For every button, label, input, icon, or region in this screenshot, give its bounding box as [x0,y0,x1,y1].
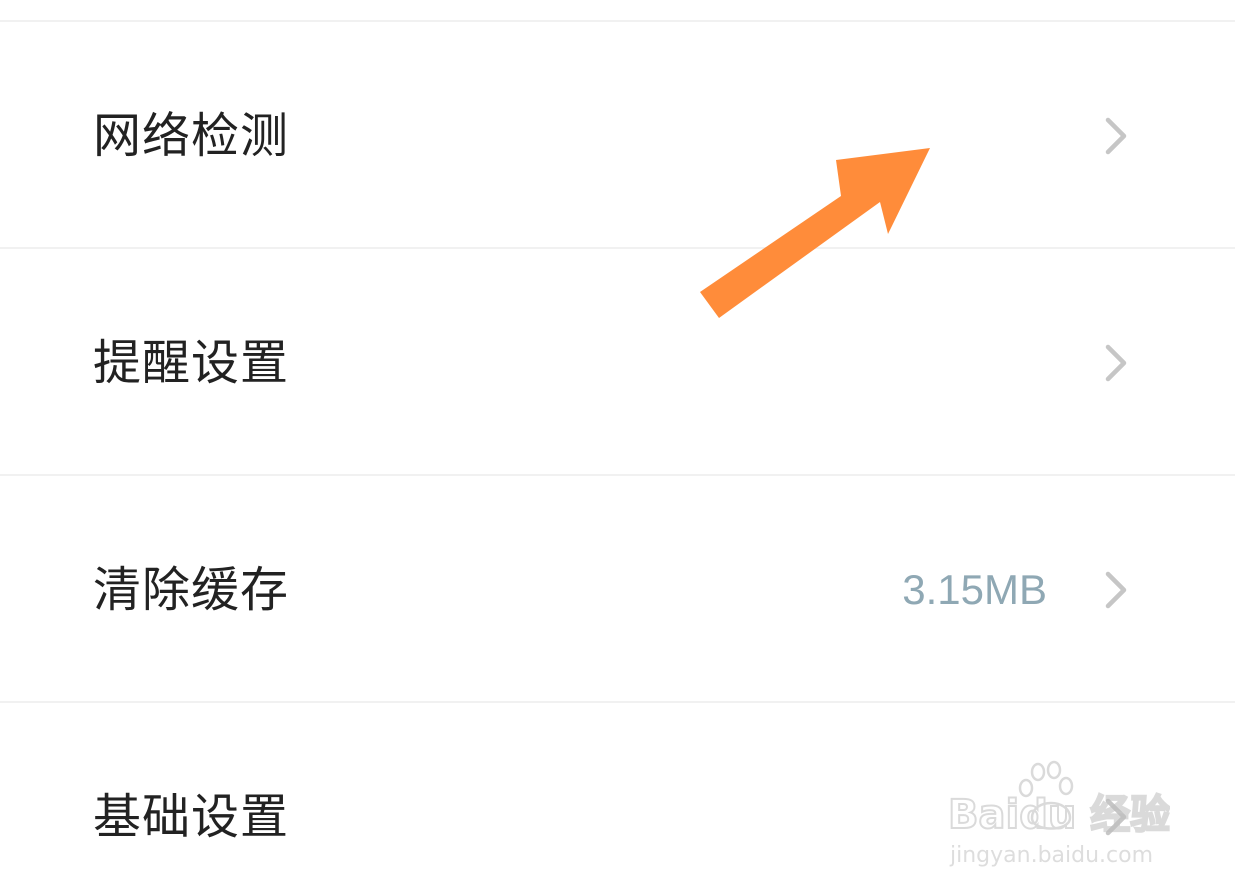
chevron-right-icon [1105,571,1127,609]
chevron-right-icon [1105,344,1127,382]
pointer-arrow-icon [700,148,930,318]
divider [0,247,1235,249]
watermark-url: jingyan.baidu.com [949,843,1153,868]
settings-item-label: 清除缓存 [93,562,290,618]
settings-item-label: 网络检测 [93,108,290,164]
settings-item-label: 基础设置 [93,789,290,845]
watermark-brand: Baidu 经验 [948,792,1170,838]
divider [0,701,1235,703]
settings-screen: 网络检测 提醒设置 清除缓存 3.15MB 基础设置 Baidu 经验 jing… [0,0,1235,895]
divider [0,474,1235,476]
settings-item-network-check[interactable]: 网络检测 [0,24,1235,248]
settings-item-clear-cache[interactable]: 清除缓存 3.15MB [0,478,1235,702]
chevron-right-icon [1105,117,1127,155]
settings-item-label: 提醒设置 [93,335,290,391]
baidu-watermark: Baidu 经验 jingyan.baidu.com [947,760,1170,868]
divider [0,20,1235,22]
cache-size-value: 3.15MB [902,566,1047,613]
settings-item-reminder[interactable]: 提醒设置 [0,251,1235,475]
